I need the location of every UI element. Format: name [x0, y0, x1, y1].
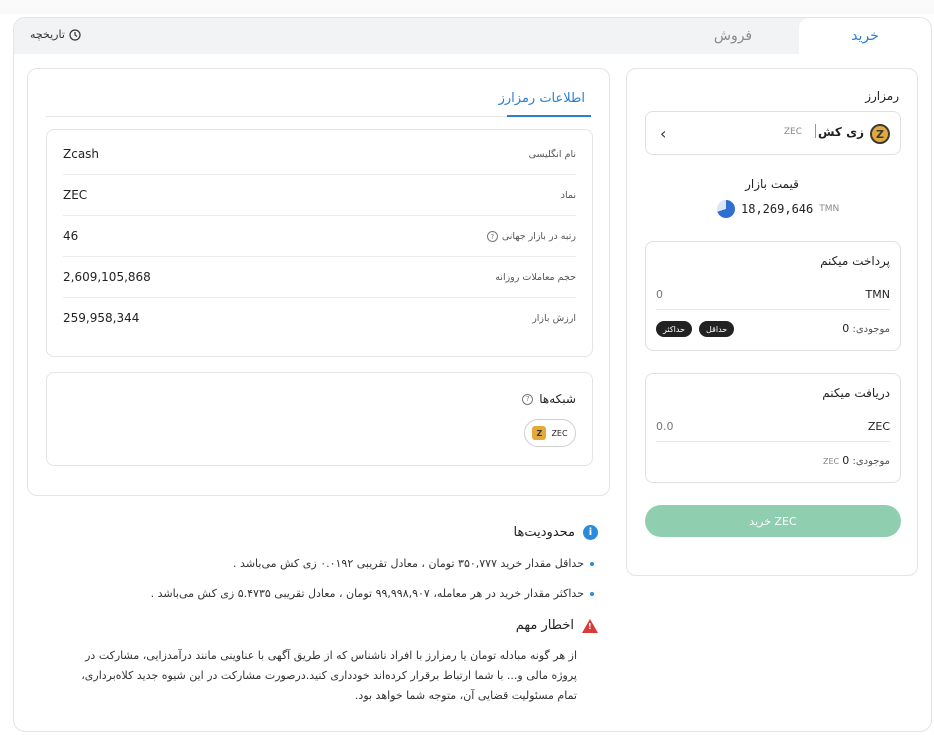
info-key-label: رتبه در بازار جهانی [501, 231, 576, 242]
buy-button[interactable]: خرید ZEC [645, 505, 901, 537]
market-price-unit: TMN [819, 204, 840, 214]
receive-box: دریافت میکنم 0.0 ZEC موجودی: ZEC 0 [645, 373, 901, 483]
info-value: ZEC [63, 188, 88, 202]
pay-title: پرداخت میکنم [820, 254, 890, 268]
info-row: 46 رتبه در بازار جهانی ? [63, 216, 576, 257]
warning-heading: ! اخطار مهم [516, 618, 598, 633]
list-item: حداقل مقدار خرید ۳۵۰,۷۷۷ تومان ، معادل ت… [233, 557, 594, 570]
coin-select[interactable]: Z زی کش ZEC ‹ [645, 111, 901, 155]
bullet-icon [590, 591, 594, 596]
history-label: تاریخچه [30, 28, 65, 41]
warning-text: از هر گونه مبادله تومان یا رمزارز با افر… [27, 646, 577, 706]
refresh-timer-icon [717, 200, 735, 218]
market-price: 18,269,646 TMN [717, 200, 839, 218]
network-chip-label: ZEC [551, 428, 568, 438]
info-value: 2,609,105,868 [63, 270, 151, 284]
bullet-icon [590, 561, 594, 566]
clock-icon [69, 28, 81, 41]
receive-balance-unit: ZEC [822, 457, 840, 466]
tab-sell[interactable]: فروش [667, 18, 799, 54]
chevron-left-icon: ‹ [660, 124, 667, 143]
info-key: نماد [561, 190, 576, 201]
info-icon: i [583, 525, 598, 540]
divider [815, 124, 816, 138]
receive-currency: ZEC [867, 420, 890, 433]
info-key-label: حجم معاملات روزانه [495, 272, 576, 283]
crypto-details: Zcash نام انگلیسی ZEC نماد 46 رتبه در با… [46, 129, 593, 357]
coin-name: زی کش [817, 125, 864, 139]
info-key-label: نماد [560, 190, 576, 201]
warning-line: از هر گونه مبادله تومان یا رمزارز با افر… [85, 649, 577, 662]
restriction-text: حداکثر مقدار خرید در هر معامله، ۹۹,۹۹۸,۹… [150, 587, 584, 600]
zcash-logo-icon: Z [870, 124, 890, 144]
tab-crypto-info[interactable]: اطلاعات رمزارز [499, 91, 585, 106]
receive-input[interactable]: 0.0 ZEC [656, 418, 890, 442]
min-button[interactable]: حداقل [699, 321, 735, 337]
receive-balance-label: موجودی: [852, 456, 890, 467]
info-key: حجم معاملات روزانه [495, 272, 576, 283]
restrictions-title: محدودیت‌ها [513, 525, 575, 540]
pay-currency: TMN [865, 288, 890, 301]
info-key-label: نام انگلیسی [528, 149, 576, 160]
help-icon[interactable]: ? [522, 393, 534, 405]
tab-bar: خرید فروش تاریخچه [14, 18, 931, 54]
crypto-label: رمزارز [865, 89, 899, 103]
networks-box: شبکه‌ها ? Z ZEC [46, 372, 593, 466]
info-value: Zcash [63, 147, 100, 161]
receive-balance-value: 0 [842, 454, 850, 467]
pay-box: پرداخت میکنم 0 TMN موجودی: 0 حداقل حداکث… [645, 241, 901, 351]
networks-label: شبکه‌ها [539, 392, 576, 406]
restriction-text: حداقل مقدار خرید ۳۵۰,۷۷۷ تومان ، معادل ت… [233, 557, 584, 570]
pay-amount: 0 [656, 288, 663, 301]
pay-input[interactable]: 0 TMN [656, 286, 890, 310]
list-item: حداکثر مقدار خرید در هر معامله، ۹۹,۹۹۸,۹… [151, 587, 594, 600]
zcash-logo-icon: Z [532, 426, 547, 440]
max-button[interactable]: حداکثر [656, 321, 693, 337]
info-row: Zcash نام انگلیسی [63, 134, 576, 175]
warning-icon: ! [582, 618, 598, 633]
info-row: 259,958,344 ارزش بازار [63, 298, 576, 339]
restrictions-heading: i محدودیت‌ها [514, 525, 598, 540]
warning-title: اخطار مهم [515, 618, 574, 633]
pay-balance: موجودی: 0 [842, 322, 890, 335]
pay-balance-label: موجودی: [852, 324, 890, 335]
info-value: 259,958,344 [63, 311, 140, 325]
info-value: 46 [63, 229, 79, 243]
coin-symbol: ZEC [783, 127, 802, 137]
market-price-value: 18,269,646 [741, 202, 814, 216]
pay-balance-value: 0 [842, 322, 850, 335]
history-link[interactable]: تاریخچه [30, 28, 81, 41]
help-icon[interactable]: ? [486, 231, 498, 242]
receive-balance: موجودی: ZEC 0 [823, 454, 890, 467]
receive-amount: 0.0 [656, 420, 674, 433]
networks-title: شبکه‌ها ? [522, 392, 576, 406]
warning-line: تمام مسئولیت قضایی آن، متوجه شما خواهد ب… [354, 689, 577, 702]
market-price-label: قیمت بازار [745, 177, 799, 191]
warning-line: پروژه مالی و... با شما ارتباط برقرار کرد… [81, 669, 577, 682]
info-row: 2,609,105,868 حجم معاملات روزانه [63, 257, 576, 298]
info-key: نام انگلیسی [529, 149, 576, 160]
info-key: رتبه در بازار جهانی ? [486, 231, 576, 242]
info-key: ارزش بازار [532, 313, 576, 324]
tab-buy[interactable]: خرید [799, 18, 931, 54]
top-strip [0, 0, 934, 14]
info-row: ZEC نماد [63, 175, 576, 216]
trade-form: رمزارز Z زی کش ZEC ‹ قیمت بازار 18,269,6… [626, 68, 918, 576]
network-chip-zec[interactable]: Z ZEC [524, 419, 576, 447]
active-tab-indicator [507, 115, 591, 117]
receive-title: دریافت میکنم [822, 386, 890, 400]
info-key-label: ارزش بازار [532, 313, 576, 324]
crypto-info-panel: اطلاعات رمزارز Zcash نام انگلیسی ZEC نما… [27, 68, 610, 496]
